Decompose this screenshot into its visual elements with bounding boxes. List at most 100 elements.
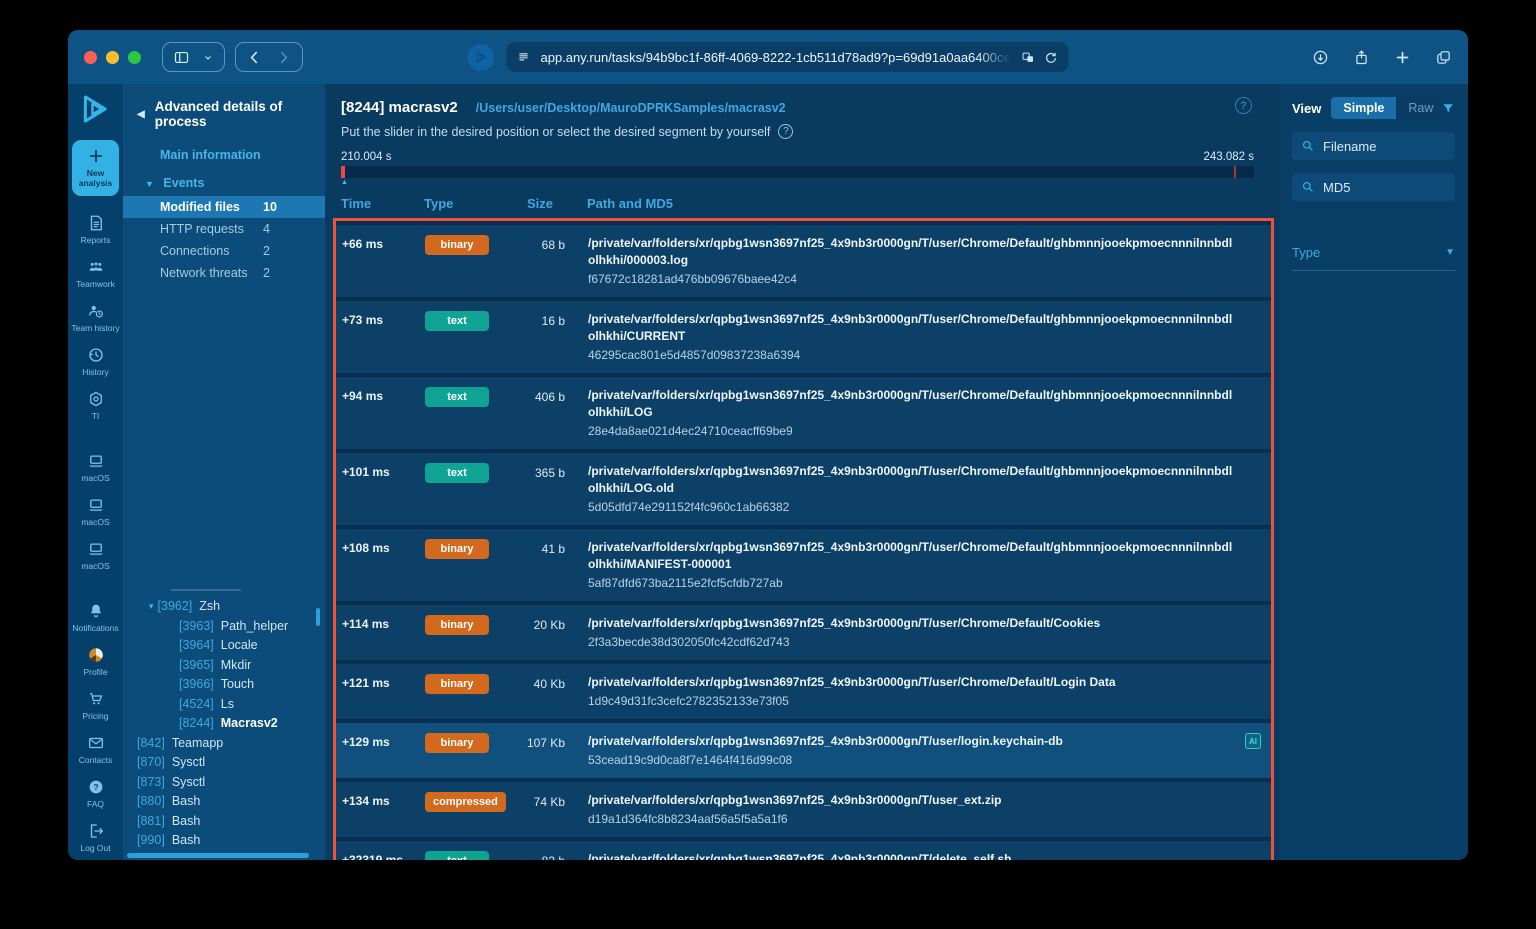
- file-path[interactable]: /private/var/folders/xr/qpbg1wsn3697nf25…: [588, 387, 1261, 421]
- type-filter-dropdown[interactable]: Type ▼: [1292, 245, 1455, 271]
- file-path[interactable]: /private/var/folders/xr/qpbg1wsn3697nf25…: [588, 539, 1261, 573]
- help-icon[interactable]: ?: [1235, 97, 1252, 114]
- table-row[interactable]: +114 ms binary 20 Kb /private/var/folder…: [336, 605, 1271, 660]
- events-section[interactable]: ▼ Events: [123, 169, 325, 196]
- file-path[interactable]: /private/var/folders/xr/qpbg1wsn3697nf25…: [588, 463, 1261, 497]
- sidebar-item[interactable]: macOS: [68, 490, 123, 534]
- extension-icon[interactable]: [468, 44, 495, 71]
- event-category-item[interactable]: Network threats 2: [123, 262, 325, 284]
- chevron-down-icon[interactable]: [202, 49, 214, 66]
- share-icon[interactable]: [1353, 49, 1370, 66]
- process-tree-item[interactable]: ▾ [3964] Locale: [123, 636, 325, 656]
- process-tree-item[interactable]: ▾ [990] Bash: [123, 831, 325, 851]
- process-tree-item[interactable]: ▾ [3963] Path_helper: [123, 616, 325, 636]
- view-raw-tab[interactable]: Raw: [1396, 97, 1440, 119]
- file-path[interactable]: /private/var/folders/xr/qpbg1wsn3697nf25…: [588, 615, 1261, 632]
- slider-start-handle[interactable]: [341, 166, 345, 178]
- file-md5: 1d9c49d31fc3cefc2782352133e73f05: [588, 693, 1261, 710]
- process-tree-item[interactable]: ▾ [8244] Macrasv2: [123, 714, 325, 734]
- sidebar-item[interactable]: Log Out: [68, 816, 123, 860]
- reload-icon[interactable]: [1044, 50, 1059, 65]
- vertical-scrollbar[interactable]: [316, 608, 320, 626]
- minimize-window-button[interactable]: [106, 51, 119, 64]
- sidebar-item[interactable]: TI: [68, 384, 123, 428]
- table-row[interactable]: +134 ms compressed 74 Kb /private/var/fo…: [336, 782, 1271, 837]
- horizontal-scrollbar[interactable]: [127, 853, 309, 858]
- sidebar-item[interactable]: macOS: [68, 446, 123, 490]
- process-tree-item[interactable]: ▾ [881] Bash: [123, 811, 325, 831]
- process-tree-item[interactable]: ▾ [3962] Zsh: [123, 597, 325, 617]
- filename-input[interactable]: [1323, 139, 1446, 154]
- event-category-item[interactable]: Modified files 10: [123, 196, 325, 218]
- process-tree-item[interactable]: ▾ [3965] Mkdir: [123, 655, 325, 675]
- table-row[interactable]: +101 ms text 365 b /private/var/folders/…: [336, 453, 1271, 525]
- url-bar[interactable]: app.any.run/tasks/94b9bc1f-86ff-4069-822…: [507, 42, 1069, 72]
- md5-input[interactable]: [1323, 180, 1446, 195]
- file-path[interactable]: /private/var/folders/xr/qpbg1wsn3697nf25…: [588, 311, 1261, 345]
- downloads-icon[interactable]: [1312, 49, 1329, 66]
- process-name: Sysctl: [172, 775, 205, 789]
- process-tree-item[interactable]: ▾ [873] Sysctl: [123, 772, 325, 792]
- view-label: View: [1292, 101, 1321, 116]
- anyrun-logo-icon[interactable]: [76, 92, 116, 126]
- table-row[interactable]: +32319 ms text 83 b /private/var/folders…: [336, 841, 1271, 860]
- table-row[interactable]: +121 ms binary 40 Kb /private/var/folder…: [336, 664, 1271, 719]
- expand-arrow-icon[interactable]: ▾: [149, 601, 154, 612]
- table-row[interactable]: +73 ms text 16 b /private/var/folders/xr…: [336, 301, 1271, 373]
- new-tab-icon[interactable]: [1394, 49, 1411, 66]
- filter-funnel-icon[interactable]: [1441, 101, 1455, 116]
- event-category-label: Modified files: [160, 200, 263, 214]
- panel-header[interactable]: ◀ Advanced details of process: [123, 84, 325, 141]
- event-category-item[interactable]: Connections 2: [123, 240, 325, 262]
- table-row[interactable]: +129 ms binary 107 Kb /private/var/folde…: [336, 723, 1271, 778]
- question-circle-icon[interactable]: ?: [778, 124, 793, 139]
- event-category-item[interactable]: HTTP requests 4: [123, 218, 325, 240]
- sidebar-item[interactable]: macOS: [68, 534, 123, 578]
- extensions-badge-icon[interactable]: [1021, 50, 1036, 65]
- table-row[interactable]: +108 ms binary 41 b /private/var/folders…: [336, 529, 1271, 601]
- sidebar-item[interactable]: Profile: [68, 640, 123, 684]
- file-path[interactable]: /private/var/folders/xr/qpbg1wsn3697nf25…: [588, 674, 1261, 691]
- sidebar-item[interactable]: Notifications: [68, 596, 123, 640]
- file-path[interactable]: /private/var/folders/xr/qpbg1wsn3697nf25…: [588, 733, 1261, 750]
- tab-overview-icon[interactable]: [1435, 49, 1452, 66]
- nav-button-group: [235, 42, 303, 72]
- table-row[interactable]: +66 ms binary 68 b /private/var/folders/…: [336, 225, 1271, 297]
- row-time: +66 ms: [342, 235, 425, 288]
- table-row[interactable]: +94 ms text 406 b /private/var/folders/x…: [336, 377, 1271, 449]
- process-tree-item[interactable]: ▾ [870] Sysctl: [123, 753, 325, 773]
- zoom-window-button[interactable]: [128, 51, 141, 64]
- back-icon[interactable]: [246, 49, 263, 66]
- sidebar-item[interactable]: New analysis: [72, 140, 119, 196]
- file-path[interactable]: /private/var/folders/xr/qpbg1wsn3697nf25…: [588, 851, 1261, 860]
- file-type-badge: compressed: [425, 792, 506, 812]
- view-simple-tab[interactable]: Simple: [1331, 97, 1396, 119]
- file-path[interactable]: /private/var/folders/xr/qpbg1wsn3697nf25…: [588, 235, 1261, 269]
- process-tree-item[interactable]: ▾ [4524] Ls: [123, 694, 325, 714]
- sidebar-item[interactable]: History: [68, 340, 123, 384]
- sample-path-link[interactable]: /Users/user/Desktop/MauroDPRKSamples/mac…: [476, 101, 786, 115]
- process-tree-item[interactable]: ▾ [3966] Touch: [123, 675, 325, 695]
- row-size: 365 b: [509, 463, 565, 516]
- file-path[interactable]: /private/var/folders/xr/qpbg1wsn3697nf25…: [588, 792, 1261, 809]
- sidebar-toggle-icon[interactable]: [173, 49, 190, 66]
- process-name: Locale: [221, 638, 258, 652]
- sidebar-item[interactable]: Contacts: [68, 728, 123, 772]
- process-tree-item[interactable]: ▾ [842] Teamapp: [123, 733, 325, 753]
- url-text[interactable]: app.any.run/tasks/94b9bc1f-86ff-4069-822…: [541, 50, 1011, 65]
- sidebar-item[interactable]: Pricing: [68, 684, 123, 728]
- ai-badge[interactable]: AI: [1245, 733, 1261, 749]
- reader-view-icon[interactable]: [517, 50, 531, 64]
- sidebar-item[interactable]: Reports: [68, 208, 123, 252]
- sidebar-item[interactable]: FAQ: [68, 772, 123, 816]
- timeline-slider[interactable]: [341, 166, 1254, 178]
- sidebar-item[interactable]: Teamwork: [68, 252, 123, 296]
- process-tree-item[interactable]: ▾ [880] Bash: [123, 792, 325, 812]
- sidebar-item-label: Profile: [83, 667, 107, 677]
- close-window-button[interactable]: [84, 51, 97, 64]
- forward-icon[interactable]: [275, 49, 292, 66]
- sidebar-item[interactable]: Team history: [68, 296, 123, 340]
- main-information-link[interactable]: Main information: [123, 141, 325, 169]
- slider-end-marker[interactable]: [1234, 166, 1236, 178]
- row-size: 83 b: [509, 851, 565, 860]
